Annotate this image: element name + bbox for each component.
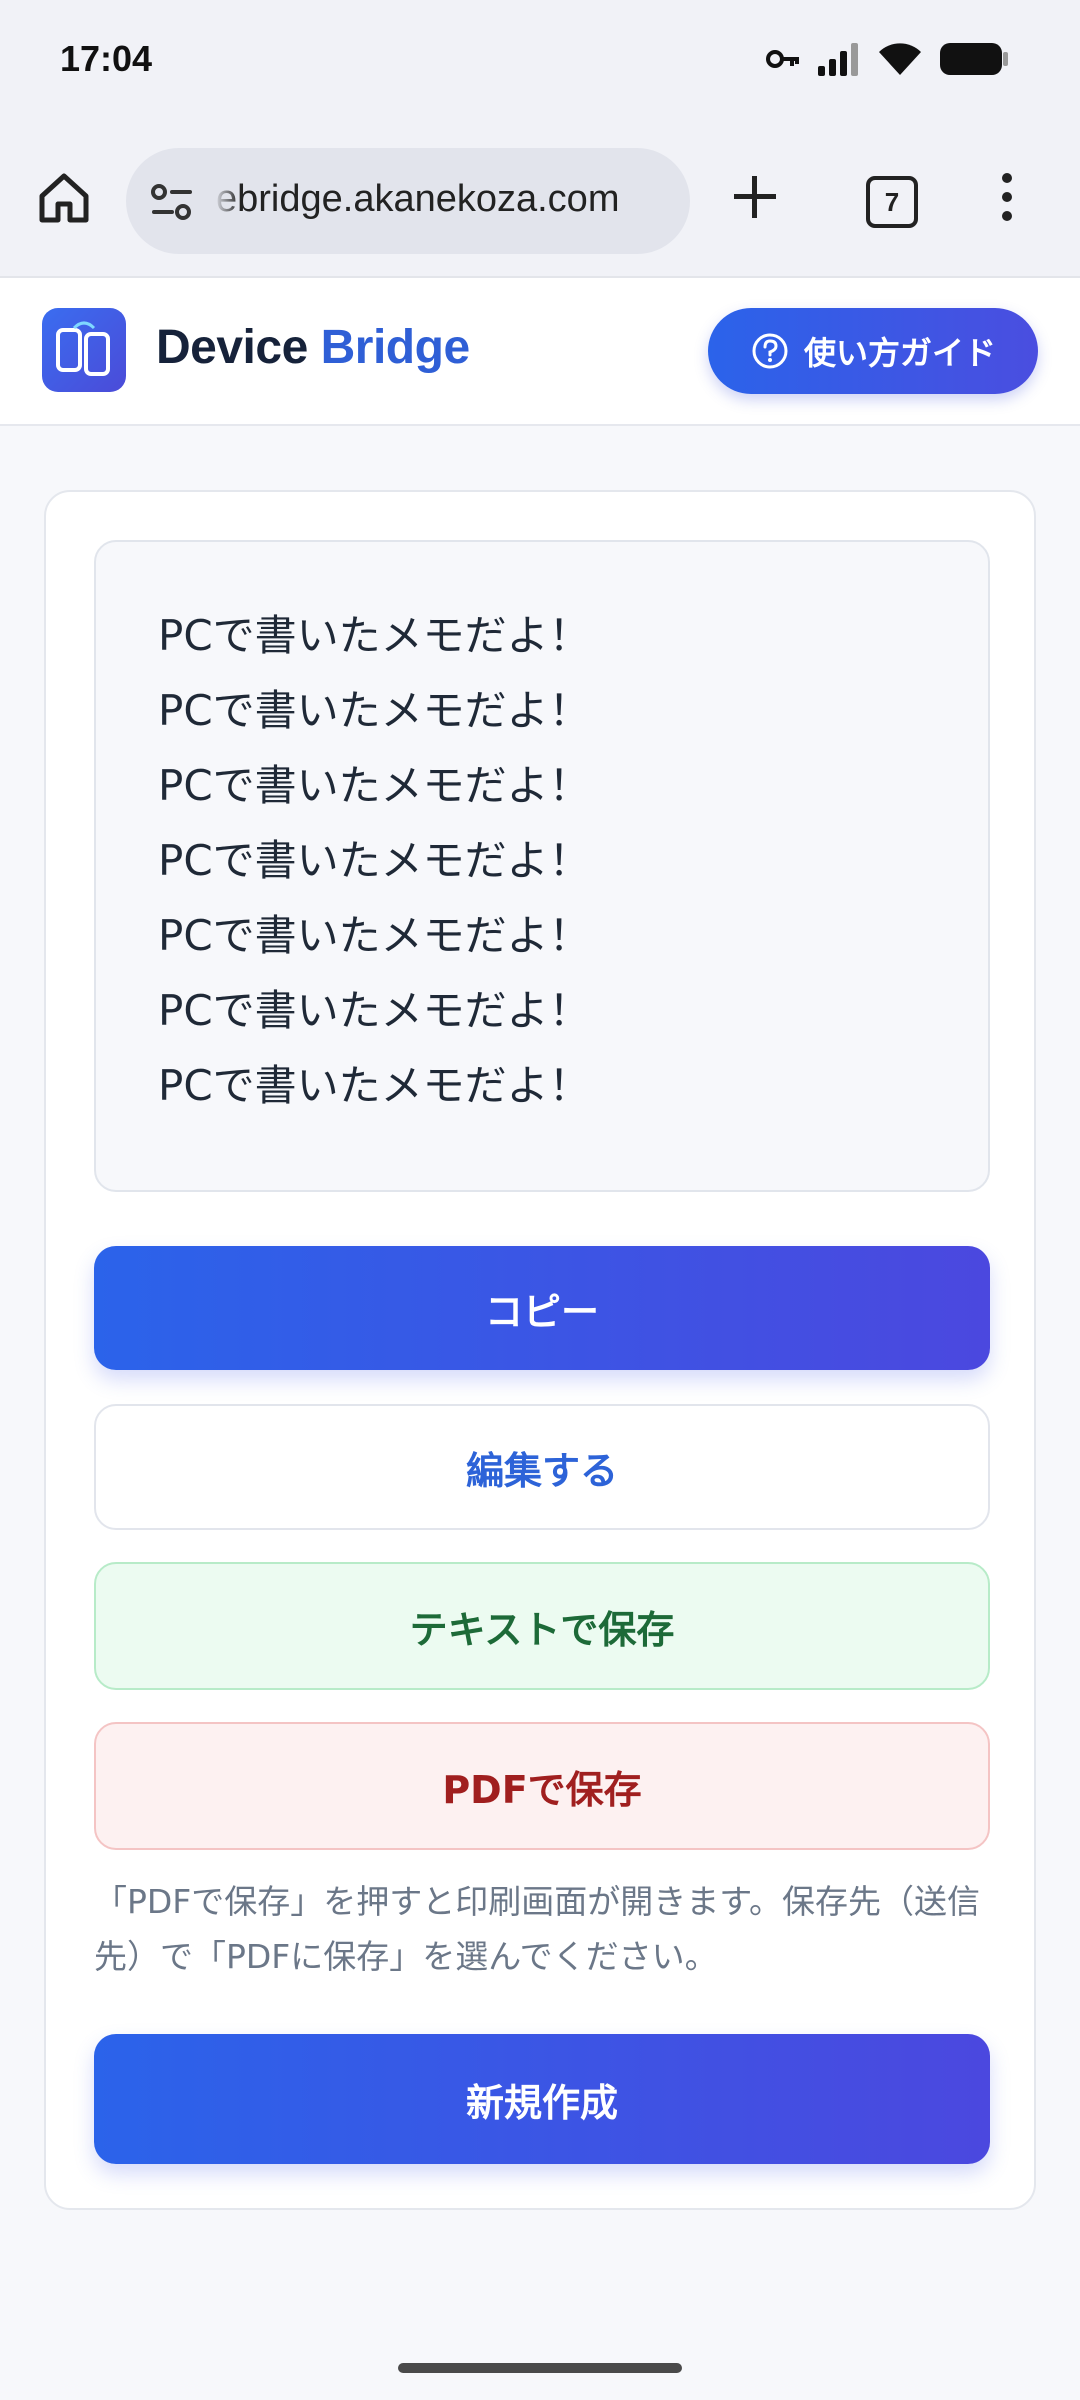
brand-name-part1: Device <box>156 321 308 374</box>
url-text[interactable]: ebridge.akanekoza.com <box>216 178 676 221</box>
new-tab-icon[interactable] <box>732 174 778 220</box>
new-memo-button[interactable]: 新規作成 <box>94 2034 990 2164</box>
memo-line: PCで書いたメモだよ！ <box>158 761 591 810</box>
edit-button[interactable]: 編集する <box>94 1404 990 1530</box>
help-circle-icon <box>752 333 788 369</box>
app-header: Device Bridge 使い方ガイド <box>0 278 1080 426</box>
brand-name-part2: Bridge <box>320 321 471 374</box>
app-logo <box>42 308 126 392</box>
url-fade <box>214 172 240 232</box>
overflow-menu-icon[interactable] <box>1000 172 1014 222</box>
memo-content[interactable]: PCで書いたメモだよ！ PCで書いたメモだよ！ PCで書いたメモだよ！ PCで書… <box>94 540 990 1192</box>
memo-line: PCで書いたメモだよ！ <box>158 1061 591 1110</box>
usage-guide-label: 使い方ガイド <box>803 334 996 372</box>
status-icons <box>766 42 1010 76</box>
memo-line: PCで書いたメモだよ！ <box>158 836 591 885</box>
site-settings-icon[interactable] <box>150 182 194 222</box>
memo-line: PCで書いたメモだよ！ <box>158 986 591 1035</box>
usage-guide-button[interactable]: 使い方ガイド <box>708 308 1038 394</box>
copy-button[interactable]: コピー <box>94 1246 990 1370</box>
signal-icon <box>818 43 858 76</box>
key-icon <box>766 50 799 68</box>
wifi-icon <box>879 43 921 75</box>
memo-line: PCで書いたメモだよ！ <box>158 611 591 660</box>
memo-card: PCで書いたメモだよ！ PCで書いたメモだよ！ PCで書いたメモだよ！ PCで書… <box>44 490 1036 2210</box>
pdf-save-note: 「PDFで保存」を押すと印刷画面が開きます。保存先（送信先）で「PDFに保存」を… <box>94 1882 980 1976</box>
home-icon[interactable] <box>36 170 92 226</box>
save-pdf-button[interactable]: PDFで保存 <box>94 1722 990 1850</box>
brand-name: Device Bridge <box>156 320 470 375</box>
status-time: 17:04 <box>60 38 153 79</box>
devices-icon <box>56 321 110 376</box>
memo-line: PCで書いたメモだよ！ <box>158 911 591 960</box>
url-bar[interactable]: ebridge.akanekoza.com <box>126 148 690 254</box>
memo-line: PCで書いたメモだよ！ <box>158 686 591 735</box>
browser-toolbar: ebridge.akanekoza.com 7 <box>0 130 1080 278</box>
battery-icon <box>940 43 1008 75</box>
tab-switcher-button[interactable]: 7 <box>866 176 918 228</box>
home-indicator[interactable] <box>398 2363 682 2373</box>
status-bar: 17:04 <box>0 0 1080 130</box>
save-text-button[interactable]: テキストで保存 <box>94 1562 990 1690</box>
